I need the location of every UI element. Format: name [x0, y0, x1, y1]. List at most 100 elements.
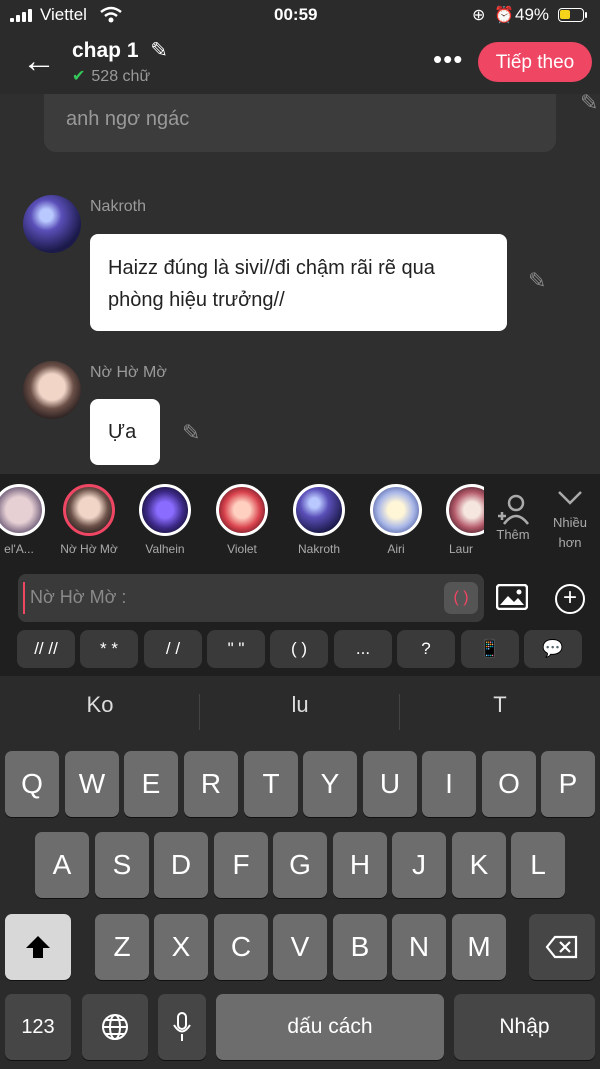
wifi-icon [100, 6, 122, 23]
chevron-down-icon [558, 491, 582, 505]
next-button[interactable]: Tiếp theo [478, 42, 592, 82]
add-character-button[interactable]: Thêm [490, 492, 536, 542]
key-g[interactable]: G [273, 832, 327, 898]
key-o[interactable]: O [482, 751, 536, 817]
character-item[interactable]: Valhein [130, 484, 200, 556]
key-n[interactable]: N [392, 914, 446, 980]
keyboard: Ko lu T Q W E R T Y U I O P A S D F G H … [0, 676, 600, 1067]
character-strip: el'A... Nờ Hờ Mờ Valhein Violet Nakroth … [0, 474, 600, 570]
shortcut-key[interactable]: / / [144, 630, 202, 668]
key-h[interactable]: H [333, 832, 387, 898]
previous-message-bubble[interactable]: anh ngơ ngác [44, 94, 556, 152]
avatar [63, 484, 115, 536]
header: ← chap 1 ✎ ✔ 528 chữ ••• Tiếp theo [0, 30, 600, 94]
alarm-icon: ⏰ [494, 7, 514, 24]
message-input[interactable]: Nờ Hờ Mờ : ( ) [18, 574, 484, 622]
key-q[interactable]: Q [5, 751, 59, 817]
carrier: Viettel [40, 5, 87, 24]
key-w[interactable]: W [65, 751, 119, 817]
key-t[interactable]: T [244, 751, 298, 817]
shortcut-key[interactable]: // // [17, 630, 75, 668]
key-s[interactable]: S [95, 832, 149, 898]
character-item[interactable]: Laur [438, 484, 484, 556]
key-k[interactable]: K [452, 832, 506, 898]
key-z[interactable]: Z [95, 914, 149, 980]
avatar-nakroth[interactable] [23, 195, 81, 253]
message-bubble[interactable]: Haizz đúng là sivi//đi chậm rãi rẽ qua p… [90, 234, 507, 331]
character-item[interactable]: Nakroth [284, 484, 354, 556]
back-arrow-icon[interactable]: ← [22, 44, 56, 78]
avatar [139, 484, 191, 536]
chat-area: anh ngơ ngác ✎ Nakroth Haizz đúng là siv… [0, 94, 600, 474]
shift-key[interactable] [5, 914, 71, 980]
text-caret [23, 582, 25, 614]
shift-icon [26, 936, 50, 958]
character-item[interactable]: Violet [207, 484, 277, 556]
battery-icon [558, 8, 587, 22]
add-icon[interactable]: + [555, 584, 585, 614]
check-icon: ✔ [72, 68, 86, 85]
key-j[interactable]: J [392, 832, 446, 898]
more-options-icon[interactable]: ••• [433, 46, 463, 72]
image-icon[interactable] [496, 584, 528, 610]
shortcut-key[interactable]: ? [397, 630, 455, 668]
word-count: ✔ 528 chữ [72, 68, 151, 85]
chat-bubble-icon[interactable]: 💬 [524, 630, 582, 668]
globe-icon [102, 1014, 128, 1040]
shortcut-key[interactable]: ... [334, 630, 392, 668]
key-b[interactable]: B [333, 914, 387, 980]
shortcut-key[interactable]: * * [80, 630, 138, 668]
key-r[interactable]: R [184, 751, 238, 817]
more-characters-button[interactable]: Nhiều hơn [546, 488, 594, 553]
enter-key[interactable]: Nhập [454, 994, 595, 1060]
paren-toggle-button[interactable]: ( ) [444, 582, 478, 614]
avatar [216, 484, 268, 536]
input-bar: Nờ Hờ Mờ : ( ) + [0, 570, 600, 628]
shortcut-row: // // * * / / " " ( ) ... ? 📱 💬 [0, 628, 600, 676]
microphone-key[interactable] [158, 994, 206, 1060]
key-f[interactable]: F [214, 832, 268, 898]
pencil-icon[interactable]: ✎ [150, 39, 168, 62]
sender-name: Nờ Hờ Mờ [90, 364, 167, 381]
key-c[interactable]: C [214, 914, 268, 980]
chapter-title[interactable]: chap 1 ✎ [72, 38, 168, 63]
shortcut-key[interactable]: " " [207, 630, 265, 668]
shortcut-key[interactable]: ( ) [270, 630, 328, 668]
character-item[interactable]: Airi [361, 484, 431, 556]
key-y[interactable]: Y [303, 751, 357, 817]
key-e[interactable]: E [124, 751, 178, 817]
message-bubble[interactable]: Ựa [90, 399, 160, 465]
backspace-key[interactable] [529, 914, 595, 980]
suggestion[interactable]: lu [200, 692, 400, 718]
avatar [0, 484, 45, 536]
globe-key[interactable] [82, 994, 148, 1060]
key-x[interactable]: X [154, 914, 208, 980]
sender-name: Nakroth [90, 198, 147, 215]
key-i[interactable]: I [422, 751, 476, 817]
key-v[interactable]: V [273, 914, 327, 980]
edit-icon[interactable]: ✎ [580, 94, 598, 116]
key-a[interactable]: A [35, 832, 89, 898]
battery-percent: 49% [515, 5, 550, 24]
microphone-icon [173, 1012, 191, 1041]
avatar [446, 484, 484, 536]
character-item[interactable]: el'A... [0, 484, 54, 556]
key-l[interactable]: L [511, 832, 565, 898]
numbers-key[interactable]: 123 [5, 994, 71, 1060]
key-d[interactable]: D [154, 832, 208, 898]
key-p[interactable]: P [541, 751, 595, 817]
edit-icon[interactable]: ✎ [182, 420, 200, 446]
key-u[interactable]: U [363, 751, 417, 817]
status-bar: Viettel 00:59 ⊕ ⏰ 49% [0, 0, 600, 30]
signal-icon [10, 8, 34, 22]
space-key[interactable]: dấu cách [216, 994, 444, 1060]
edit-icon[interactable]: ✎ [528, 268, 546, 294]
suggestion[interactable]: T [400, 692, 600, 718]
avatar-no-ho-mo[interactable] [23, 361, 81, 419]
suggestion[interactable]: Ko [0, 692, 200, 718]
phone-icon[interactable]: 📱 [461, 630, 519, 668]
character-item[interactable]: Nờ Hờ Mờ [54, 484, 124, 556]
avatar [293, 484, 345, 536]
key-m[interactable]: M [452, 914, 506, 980]
clock: 00:59 [274, 5, 318, 24]
